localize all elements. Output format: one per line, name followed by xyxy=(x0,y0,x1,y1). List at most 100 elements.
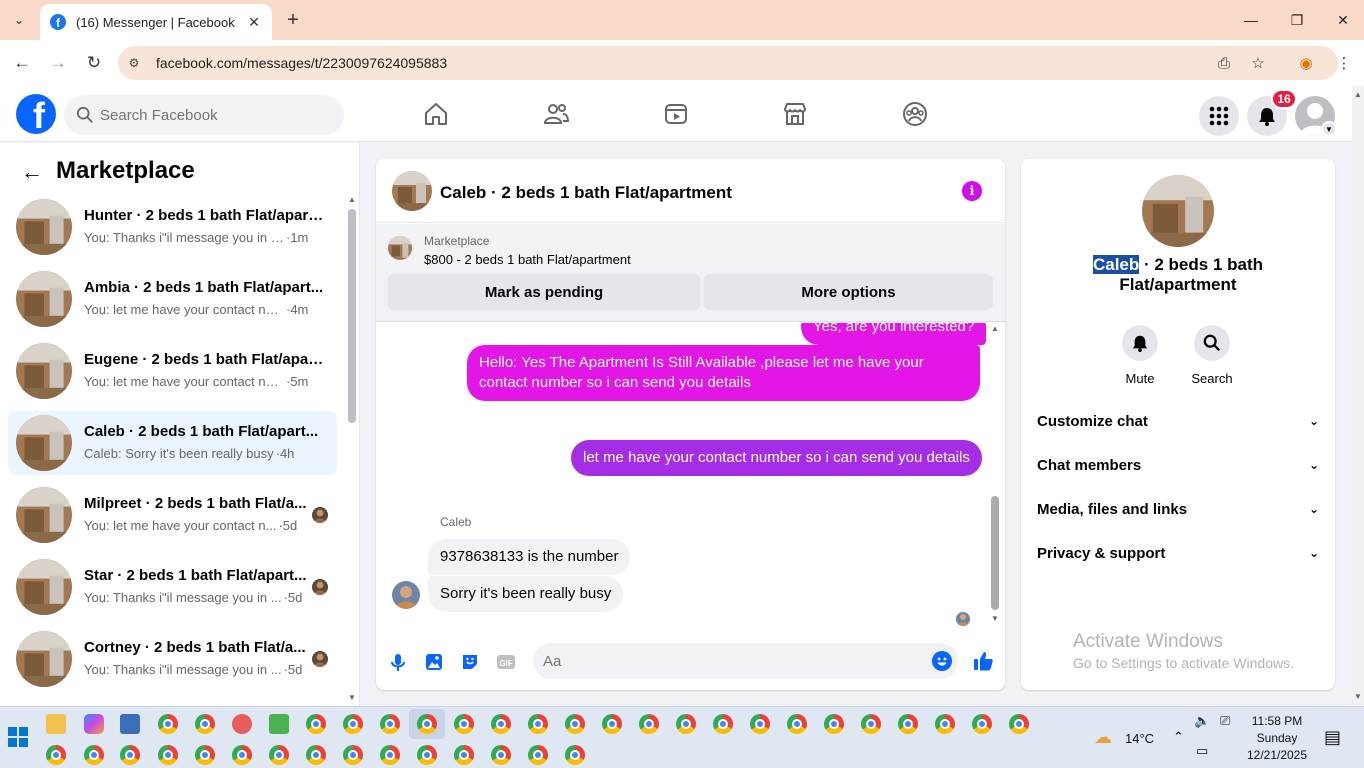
chat-avatar[interactable] xyxy=(392,171,432,211)
tray-chevron-up-icon[interactable]: ⌃ xyxy=(1173,729,1184,745)
device-icon[interactable]: ⎚ xyxy=(1220,713,1230,729)
minimize-icon[interactable]: — xyxy=(1238,8,1264,32)
copilot-icon[interactable] xyxy=(84,714,104,734)
scrollbar-thumb[interactable] xyxy=(991,496,999,610)
chrome-taskbar-icon[interactable] xyxy=(565,745,585,765)
chrome-taskbar-icon[interactable] xyxy=(306,714,326,734)
chrome-taskbar-icon[interactable] xyxy=(824,714,844,734)
listing-price[interactable]: $800 - 2 beds 1 bath Flat/apartment xyxy=(424,252,631,267)
install-app-icon[interactable]: ⎙ xyxy=(1214,54,1234,72)
back-icon[interactable]: ← xyxy=(10,51,34,75)
weather-icon[interactable]: ☁ xyxy=(1094,727,1112,748)
chrome-taskbar-icon[interactable] xyxy=(195,745,215,765)
listing-thumbnail[interactable] xyxy=(388,236,412,260)
mark-as-pending-button[interactable]: Mark as pending xyxy=(388,274,700,310)
privacy-support-row[interactable]: Privacy & support ⌄ xyxy=(1037,541,1319,565)
chrome-taskbar-icon[interactable] xyxy=(528,714,548,734)
chrome-taskbar-icon[interactable] xyxy=(158,714,178,734)
search-input[interactable] xyxy=(100,95,330,135)
chrome-taskbar-icon[interactable] xyxy=(935,714,955,734)
scroll-up-icon[interactable]: ▲ xyxy=(1352,90,1364,99)
conversation-item[interactable]: Milpreet · 2 beds 1 bath Flat/a... You: l… xyxy=(8,483,337,547)
browser-menu-icon[interactable]: ⋮ xyxy=(1334,54,1354,72)
profile-icon[interactable]: ◉ xyxy=(1296,54,1316,72)
chrome-taskbar-icon[interactable] xyxy=(46,745,66,765)
message-bubble-in[interactable]: 9378638133 is the number xyxy=(428,539,631,575)
conversation-item[interactable]: Hunter · 2 beds 1 bath Flat/apart... You:… xyxy=(8,195,337,259)
sticker-icon[interactable] xyxy=(459,651,481,673)
volume-icon[interactable]: 🔈 xyxy=(1194,713,1210,729)
more-options-button[interactable]: More options xyxy=(704,274,993,310)
gif-icon[interactable]: GIF xyxy=(495,651,517,673)
scroll-up-icon[interactable]: ▲ xyxy=(347,195,357,204)
chrome-taskbar-icon[interactable] xyxy=(898,714,918,734)
search-in-chat-button[interactable]: Search xyxy=(1182,325,1242,386)
chrome-taskbar-icon[interactable] xyxy=(343,745,363,765)
media-files-links-row[interactable]: Media, files and links ⌄ xyxy=(1037,497,1319,521)
chrome-taskbar-icon[interactable] xyxy=(454,745,474,765)
tab-close-icon[interactable]: ✕ xyxy=(246,14,262,31)
marketplace-icon[interactable] xyxy=(781,100,809,128)
conversation-item[interactable]: Caleb · 2 beds 1 bath Flat/apart... Caleb… xyxy=(8,411,337,475)
chrome-taskbar-icon[interactable] xyxy=(343,714,363,734)
scroll-down-icon[interactable]: ▼ xyxy=(347,693,357,702)
chrome-taskbar-icon[interactable] xyxy=(602,714,622,734)
chrome-taskbar-icon[interactable] xyxy=(380,745,400,765)
sender-avatar[interactable] xyxy=(392,581,420,609)
profile-picture[interactable] xyxy=(1142,175,1214,247)
conversation-item[interactable]: Eugene · 2 beds 1 bath Flat/apar... You: … xyxy=(8,339,337,403)
video-icon[interactable] xyxy=(662,100,690,128)
chrome-taskbar-icon[interactable] xyxy=(565,714,585,734)
facebook-search[interactable] xyxy=(64,95,344,135)
customize-chat-row[interactable]: Customize chat ⌄ xyxy=(1037,409,1319,433)
conversation-item[interactable]: Ambia · 2 beds 1 bath Flat/apart... You: … xyxy=(8,267,337,331)
message-bubble-out[interactable]: Yes, are you interested? xyxy=(801,323,987,345)
chrome-taskbar-icon[interactable] xyxy=(84,745,104,765)
menu-grid-button[interactable] xyxy=(1199,96,1239,136)
friends-icon[interactable] xyxy=(542,100,570,128)
app-icon[interactable] xyxy=(269,714,289,734)
chrome-taskbar-icon[interactable] xyxy=(639,714,659,734)
chrome-taskbar-icon[interactable] xyxy=(454,714,474,734)
photo-icon[interactable] xyxy=(423,651,445,673)
chrome-taskbar-icon[interactable] xyxy=(120,745,140,765)
chrome-taskbar-icon[interactable] xyxy=(158,745,178,765)
mute-button[interactable]: Mute xyxy=(1110,325,1170,386)
message-scrollbar[interactable]: ▲ ▼ xyxy=(990,324,1000,624)
windows-start-icon[interactable] xyxy=(8,727,28,747)
temperature[interactable]: 14°C xyxy=(1125,731,1154,746)
tab-search-icon[interactable]: ⌄ xyxy=(6,8,32,32)
home-icon[interactable] xyxy=(422,100,450,128)
message-bubble-in[interactable]: Sorry it's been really busy xyxy=(428,576,624,612)
chrome-taskbar-icon[interactable] xyxy=(528,745,548,765)
chrome-taskbar-icon[interactable] xyxy=(417,714,437,734)
system-clock[interactable]: 11:58 PM Sunday 12/21/2025 xyxy=(1244,713,1310,764)
chrome-taskbar-icon[interactable] xyxy=(195,714,215,734)
browser-tab[interactable]: f (16) Messenger | Facebook ✕ xyxy=(40,4,272,40)
chrome-taskbar-icon[interactable] xyxy=(676,714,696,734)
bookmark-star-icon[interactable]: ☆ xyxy=(1248,54,1268,72)
paint-icon[interactable] xyxy=(232,714,252,734)
chrome-taskbar-icon[interactable] xyxy=(972,714,992,734)
chrome-taskbar-icon[interactable] xyxy=(713,714,733,734)
restore-icon[interactable]: ❐ xyxy=(1284,8,1310,32)
microphone-icon[interactable] xyxy=(387,651,409,673)
network-icon[interactable]: ▭ xyxy=(1196,743,1208,759)
reload-icon[interactable]: ↻ xyxy=(82,51,106,75)
scroll-up-icon[interactable]: ▲ xyxy=(990,324,1000,333)
facebook-logo[interactable]: f xyxy=(16,94,56,134)
scrollbar-thumb[interactable] xyxy=(348,209,356,423)
chrome-taskbar-icon[interactable] xyxy=(306,745,326,765)
back-arrow-icon[interactable]: ← xyxy=(20,159,44,184)
message-bubble-out[interactable]: Hello: Yes The Apartment Is Still Availa… xyxy=(467,345,980,401)
account-chevron-down-icon[interactable]: ▼ xyxy=(1321,121,1337,137)
thumbs-up-icon[interactable] xyxy=(972,650,994,672)
action-center-icon[interactable]: ▤ xyxy=(1324,727,1341,748)
keyboard-icon[interactable] xyxy=(120,714,140,734)
scroll-down-icon[interactable]: ▼ xyxy=(990,614,1000,623)
forward-icon[interactable]: → xyxy=(46,51,70,75)
groups-icon[interactable] xyxy=(901,100,929,128)
message-bubble-out[interactable]: let me have your contact number so i can… xyxy=(571,440,982,476)
conversation-list-scrollbar[interactable]: ▲ ▼ xyxy=(347,193,357,703)
chrome-taskbar-icon[interactable] xyxy=(380,714,400,734)
